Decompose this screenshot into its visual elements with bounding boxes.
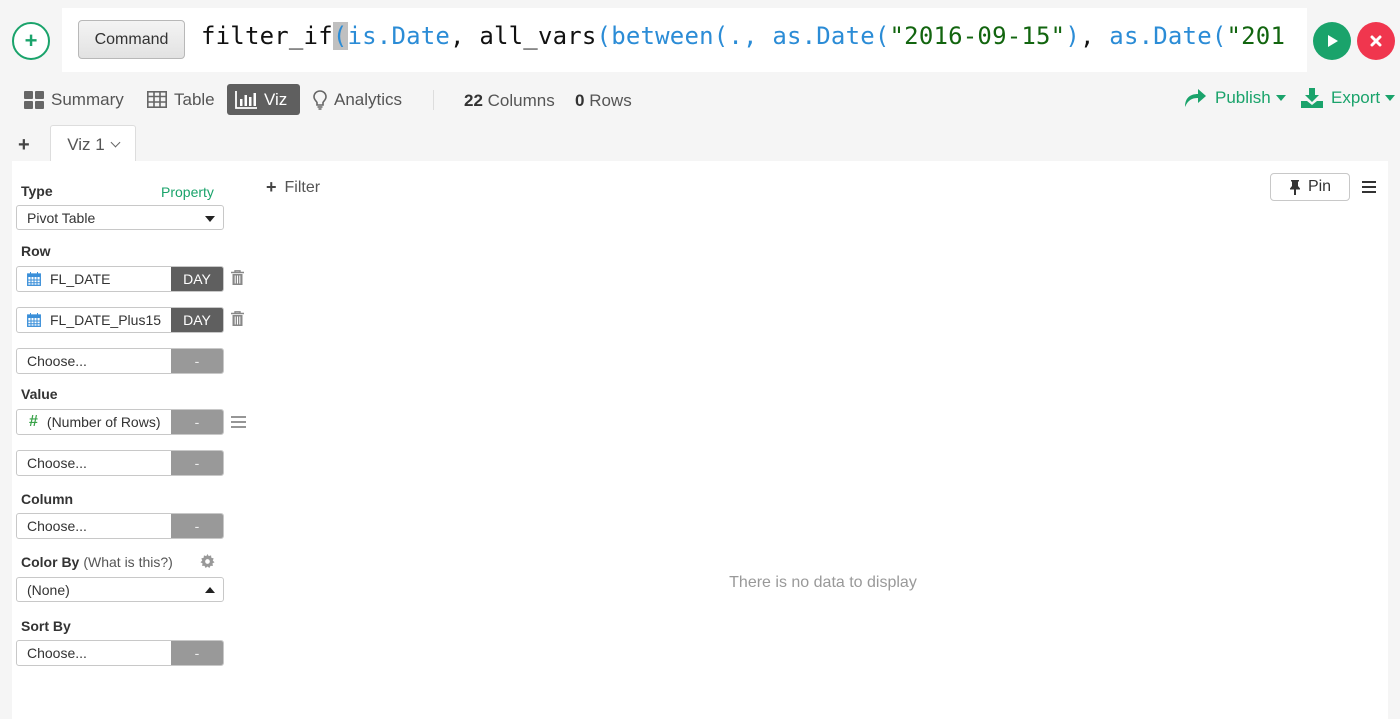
- color-by-label: Color By (What is this?): [21, 554, 173, 570]
- menu-icon[interactable]: [231, 416, 246, 428]
- trash-icon[interactable]: [231, 270, 244, 285]
- aggregation-button[interactable]: -: [171, 451, 223, 475]
- code-token: as.Date(: [1109, 22, 1227, 50]
- chevron-down-icon: [110, 137, 121, 148]
- tab-viz-label: Viz: [264, 89, 288, 109]
- bar-chart-icon: [235, 90, 257, 109]
- columns-count: 22 Columns: [464, 91, 555, 110]
- code-token: filter_if: [201, 22, 333, 50]
- type-label: Type: [21, 183, 53, 199]
- calendar-icon: [27, 272, 41, 286]
- aggregation-button[interactable]: -: [171, 410, 223, 434]
- play-icon: [1328, 35, 1338, 47]
- code-token: "2016-09-15": [889, 22, 1066, 50]
- code-token: (between(., as.Date(: [596, 22, 890, 50]
- add-filter-button[interactable]: + Filter: [266, 177, 320, 198]
- add-viz-button[interactable]: +: [18, 134, 30, 157]
- tab-table[interactable]: Table: [139, 84, 223, 115]
- aggregation-button[interactable]: DAY: [171, 267, 223, 291]
- export-button[interactable]: Export: [1301, 88, 1396, 108]
- command-input[interactable]: filter_if(is.Date, all_vars(between(., a…: [201, 22, 1285, 50]
- download-icon: [1301, 88, 1323, 108]
- code-token-cursor: (: [332, 22, 348, 50]
- tab-summary-label: Summary: [51, 89, 124, 109]
- lightbulb-icon: [313, 89, 327, 110]
- empty-state-message: There is no data to display: [729, 574, 917, 591]
- caret-down-icon: [1275, 95, 1286, 101]
- hamburger-menu-icon[interactable]: [1362, 180, 1376, 198]
- add-step-button[interactable]: +: [12, 22, 50, 60]
- hash-icon: #: [29, 413, 38, 430]
- rows-count: 0 Rows: [575, 91, 632, 110]
- gear-icon[interactable]: [200, 554, 215, 574]
- plus-icon: +: [24, 28, 38, 53]
- row-label: Row: [21, 243, 51, 259]
- sort-by-label: Sort By: [21, 618, 71, 634]
- view-nav: Summary Table Viz Analytics 22 Columns 0…: [0, 84, 1400, 118]
- column-label: Column: [21, 491, 74, 507]
- code-token: , all_vars: [450, 22, 597, 50]
- cancel-button[interactable]: [1357, 22, 1395, 60]
- viz-tabs: + Viz 1: [0, 122, 1400, 163]
- code-token: ): [1065, 22, 1080, 50]
- command-input-container: Command filter_if(is.Date, all_vars(betw…: [62, 8, 1307, 72]
- sort-choose-field[interactable]: Choose... -: [16, 640, 224, 666]
- value-field-number-of-rows[interactable]: # (Number of Rows) -: [16, 409, 224, 435]
- code-token: is.Date: [347, 22, 451, 50]
- value-label: Value: [21, 386, 58, 402]
- close-icon: [1370, 35, 1382, 47]
- plus-icon: +: [266, 177, 277, 197]
- row-field-fl-date-plus15[interactable]: FL_DATE_Plus15 DAY: [16, 307, 224, 333]
- row-field-fl-date[interactable]: FL_DATE DAY: [16, 266, 224, 292]
- property-link[interactable]: Property: [161, 184, 214, 200]
- tab-table-label: Table: [174, 89, 215, 109]
- chart-type-select[interactable]: Pivot Table: [16, 205, 224, 230]
- aggregation-button[interactable]: -: [171, 514, 223, 538]
- divider: [433, 90, 434, 110]
- tab-viz-1[interactable]: Viz 1: [50, 125, 136, 163]
- aggregation-button[interactable]: -: [171, 641, 223, 665]
- value-choose-field[interactable]: Choose... -: [16, 450, 224, 476]
- column-choose-field[interactable]: Choose... -: [16, 513, 224, 539]
- calendar-icon: [27, 313, 41, 327]
- publish-button[interactable]: Publish: [1183, 88, 1286, 108]
- caret-down-icon: [205, 216, 215, 222]
- viz-panel: Type Property Pivot Table Row FL_DATE DA…: [12, 161, 1388, 719]
- plus-icon: +: [18, 134, 30, 156]
- summary-grid-icon: [24, 90, 44, 109]
- trash-icon[interactable]: [231, 311, 244, 326]
- pin-button[interactable]: Pin: [1270, 173, 1350, 201]
- code-token: "201: [1226, 22, 1286, 50]
- aggregation-button[interactable]: -: [171, 349, 223, 373]
- share-arrow-icon: [1185, 89, 1206, 107]
- table-icon: [147, 91, 167, 108]
- row-choose-field[interactable]: Choose... -: [16, 348, 224, 374]
- tab-viz[interactable]: Viz: [227, 84, 300, 115]
- tab-summary[interactable]: Summary: [16, 84, 132, 115]
- code-token: ,: [1079, 22, 1110, 50]
- command-mode-button[interactable]: Command: [78, 20, 185, 59]
- tab-analytics-label: Analytics: [334, 89, 403, 109]
- tab-analytics[interactable]: Analytics: [305, 84, 410, 115]
- run-button[interactable]: [1313, 22, 1351, 60]
- command-bar: + Command filter_if(is.Date, all_vars(be…: [0, 0, 1400, 80]
- aggregation-button[interactable]: DAY: [171, 308, 223, 332]
- caret-down-icon: [1385, 95, 1396, 101]
- pin-icon: [1289, 179, 1300, 195]
- color-by-help-link[interactable]: (What is this?): [83, 554, 172, 570]
